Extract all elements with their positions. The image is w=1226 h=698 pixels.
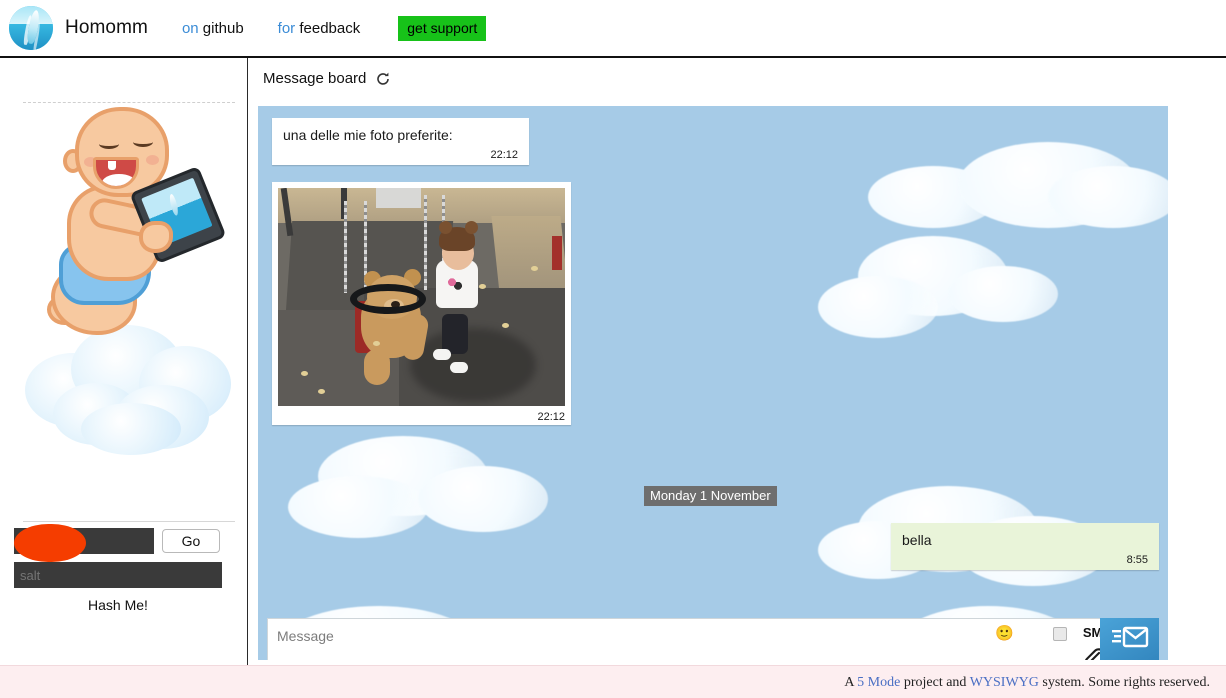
photo-swing-ring — [350, 284, 426, 314]
footer-link-5mode[interactable]: 5 Mode — [857, 675, 900, 690]
baby-tooth — [108, 161, 116, 170]
sky-cloud — [948, 266, 1058, 322]
message-board-header: Message board — [263, 70, 391, 87]
baby-hand — [139, 221, 173, 253]
message-time: 8:55 — [902, 554, 1148, 566]
hash-me-label[interactable]: Hash Me! — [14, 597, 222, 613]
photo-child-hair-bun — [465, 221, 478, 234]
date-separator: Monday 1 November — [644, 486, 777, 506]
sky-cloud — [818, 276, 938, 338]
footer: A 5 Mode project and WYSIWYG system. Som… — [0, 665, 1226, 698]
nav-link-feedback[interactable]: for feedback — [278, 20, 361, 37]
page-title: Message board — [263, 70, 366, 87]
nav-link-github-prefix: on — [182, 20, 199, 37]
photo-leaf — [318, 389, 325, 394]
nav-link-feedback-prefix: for — [278, 20, 296, 37]
photo-child-shoe — [433, 349, 451, 360]
photo-leaf — [373, 341, 380, 346]
footer-suffix: system. Some rights reserved. — [1039, 675, 1210, 690]
footer-middle: project and — [900, 675, 969, 690]
photo-red-post — [552, 236, 562, 270]
baby-eye-left — [99, 139, 119, 149]
sky-cloud — [288, 476, 428, 538]
go-button[interactable]: Go — [162, 529, 220, 553]
send-label: SEND — [1111, 658, 1148, 661]
mascot-frame — [23, 102, 235, 522]
photo-child-shoe — [450, 362, 468, 373]
message-bubble-photo[interactable]: 22:12 — [272, 182, 571, 425]
hash-tool: Go Hash Me! — [14, 528, 234, 613]
footer-credits: A 5 Mode project and WYSIWYG system. Som… — [844, 675, 1210, 691]
send-button[interactable]: SEND — [1100, 618, 1159, 660]
playground-photo[interactable] — [278, 188, 565, 406]
sms-checkbox[interactable] — [1053, 627, 1067, 641]
sky-cloud — [1048, 166, 1168, 228]
sky-cloud — [418, 466, 548, 532]
message-input-placeholder[interactable]: Message — [277, 628, 334, 644]
photo-pillar — [376, 188, 422, 208]
footer-link-wysiwyg[interactable]: WYSIWYG — [970, 675, 1039, 690]
message-bubble-incoming[interactable]: una delle mie foto preferite: 22:12 — [272, 118, 529, 165]
photo-child-hair-bun — [439, 221, 452, 234]
photo-leaf — [479, 284, 486, 289]
get-support-button[interactable]: get support — [398, 16, 486, 41]
footer-prefix: A — [844, 675, 857, 690]
message-time: 22:12 — [283, 149, 518, 161]
photo-swing-chain — [424, 195, 427, 291]
refresh-icon[interactable] — [375, 71, 391, 87]
baby-on-cloud-with-tablet-icon — [23, 103, 235, 477]
top-navbar: Homomm on github for feedback get suppor… — [0, 0, 1226, 58]
envelope-send-icon — [1110, 626, 1150, 657]
photo-child-shirt-print — [444, 275, 464, 293]
message-composer[interactable]: Message 🙂 SMS — [267, 618, 1159, 660]
photo-shadow — [410, 328, 536, 402]
nav-link-github-label: github — [203, 20, 244, 37]
message-text: bella — [902, 531, 1148, 549]
message-text: una delle mie foto preferite: — [283, 126, 518, 144]
message-time: 22:12 — [278, 411, 565, 423]
salt-input[interactable] — [14, 562, 222, 588]
chat-scroll-area[interactable]: una delle mie foto preferite: 22:12 — [258, 106, 1168, 660]
main-panel: Message board una delle mie foto preferi… — [249, 58, 1226, 665]
water-splash-logo-icon[interactable] — [9, 6, 53, 50]
photo-swing-chain — [344, 201, 347, 293]
nav-link-feedback-label: feedback — [299, 20, 360, 37]
sidebar: Go Hash Me! — [0, 58, 248, 665]
message-bubble-outgoing[interactable]: bella 8:55 — [891, 523, 1159, 570]
nav-link-github[interactable]: on github — [182, 20, 244, 37]
baby-eye-right — [133, 137, 153, 147]
brand-title[interactable]: Homomm — [65, 17, 148, 39]
hash-input-row: Go — [14, 528, 234, 554]
tablet-screen-splash — [168, 194, 179, 217]
baby-cheek-right — [146, 155, 159, 165]
smiley-emoji-icon[interactable]: 🙂 — [995, 626, 1014, 641]
redaction-blob — [14, 524, 86, 562]
cloud-puff — [81, 403, 181, 455]
